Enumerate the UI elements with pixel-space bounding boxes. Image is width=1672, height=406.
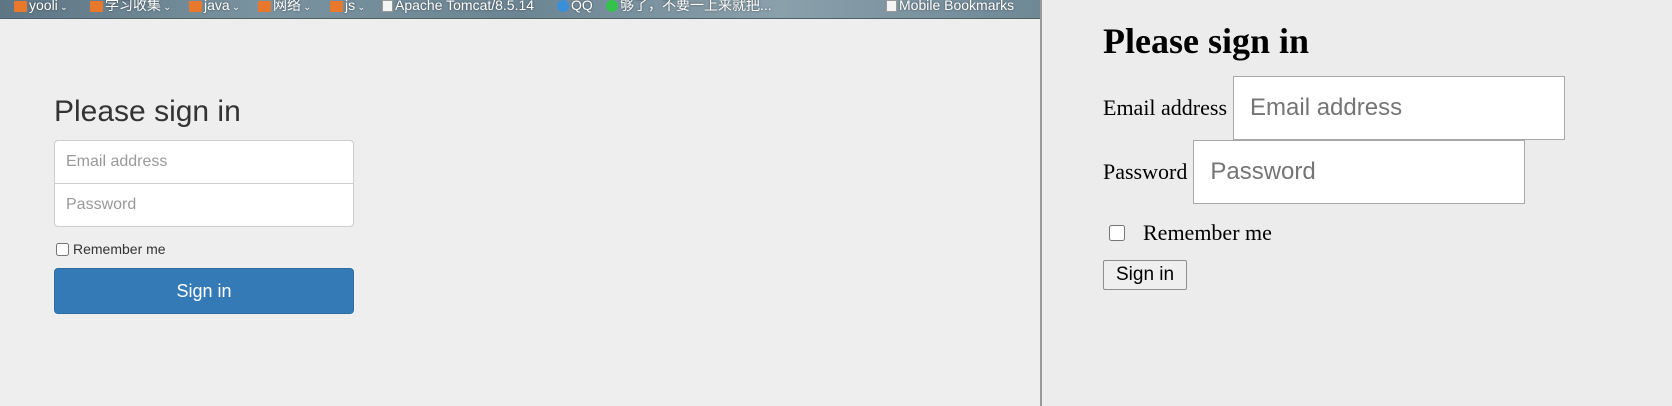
remember-me-row: Remember me: [54, 239, 354, 259]
folder-icon: [330, 0, 343, 12]
unstyled-page-pane: Please sign in Email address Password Re…: [1042, 0, 1672, 406]
password-field[interactable]: [54, 183, 354, 227]
plain-signin-button[interactable]: Sign in: [1103, 260, 1188, 290]
chevron-down-icon: ⌄: [357, 2, 366, 13]
plain-remember-me-label: Remember me: [1143, 220, 1272, 245]
chevron-down-icon: ⌄: [303, 2, 312, 13]
green-dot-icon: [606, 0, 618, 13]
chevron-down-icon: ⌄: [59, 2, 69, 13]
plain-password-row: Password: [1103, 140, 1565, 204]
bookmark-qq[interactable]: QQ: [557, 0, 593, 14]
chevron-down-icon: ⌄: [163, 2, 172, 13]
bookmark-folder-java[interactable]: java ⌄: [189, 0, 240, 14]
bookmark-folder-network[interactable]: 网络 ⌄: [258, 0, 311, 14]
remember-me-checkbox[interactable]: [56, 242, 69, 256]
bookmarks-bar: yooli ⌄ 学习收集 ⌄ java ⌄ 网络 ⌄ js ⌄ Apache Tomcat…: [0, 0, 1040, 19]
signin-button[interactable]: Sign in: [54, 268, 354, 314]
credentials-group: [54, 140, 354, 227]
page-title: Please sign in: [54, 95, 241, 128]
folder-icon: [258, 0, 271, 12]
chevron-down-icon: ⌄: [231, 2, 241, 13]
plain-remember-me-row: Remember me: [1103, 220, 1565, 246]
page-icon: [886, 0, 897, 13]
styled-page-pane: yooli ⌄ 学习收集 ⌄ java ⌄ 网络 ⌄ js ⌄ Apache Tomcat…: [0, 0, 1040, 406]
plain-email-row: Email address: [1103, 76, 1566, 140]
plain-password-label: Password: [1103, 159, 1188, 184]
plain-email-label: Email address: [1103, 95, 1228, 120]
page-icon: [382, 0, 393, 13]
qq-icon: [557, 0, 569, 13]
bookmark-article[interactable]: 够了，不要一上来就把...: [606, 0, 772, 14]
bookmark-folder-js[interactable]: js ⌄: [330, 0, 366, 14]
plain-signin-form: Please sign in Email address Password Re…: [1103, 20, 1566, 290]
plain-email-field[interactable]: [1233, 76, 1566, 140]
folder-icon: [90, 0, 103, 12]
folder-icon: [189, 0, 202, 12]
remember-me-label: Remember me: [73, 241, 166, 257]
signin-form: Please sign in Remember me Sign in: [54, 95, 354, 314]
folder-icon: [14, 0, 27, 12]
bookmark-folder-study[interactable]: 学习收集 ⌄: [90, 0, 171, 14]
plain-password-field[interactable]: [1193, 140, 1526, 204]
bookmark-tomcat[interactable]: Apache Tomcat/8.5.14: [382, 0, 534, 14]
plain-remember-me-checkbox[interactable]: [1109, 225, 1125, 241]
plain-page-title: Please sign in: [1103, 21, 1310, 61]
email-field[interactable]: [54, 140, 354, 184]
bookmark-mobile[interactable]: Mobile Bookmarks: [886, 0, 1014, 14]
bookmark-folder-yooli[interactable]: yooli ⌄: [14, 0, 68, 14]
